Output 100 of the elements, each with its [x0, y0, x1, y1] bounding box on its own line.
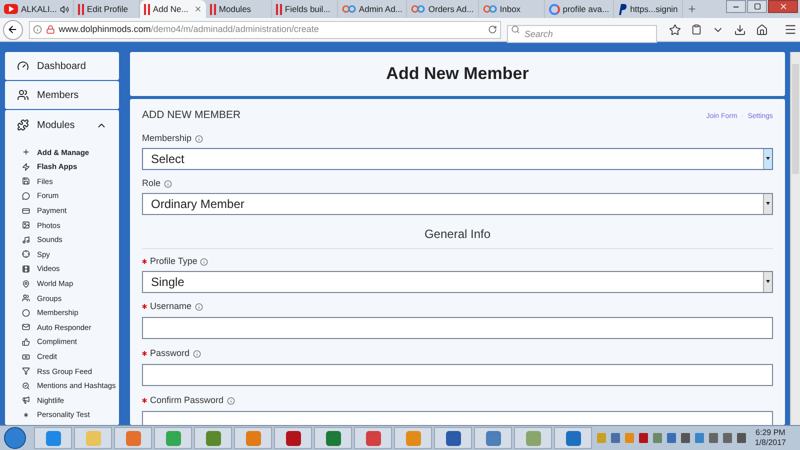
tab-title: Orders Ad... [428, 2, 474, 16]
caret-icon [766, 157, 770, 160]
select-field[interactable]: Ordinary Member [142, 192, 773, 215]
taskbar-app-icon[interactable] [234, 427, 272, 449]
megaphone-icon [22, 396, 30, 404]
select-value: Single [150, 274, 186, 291]
people-icon [17, 89, 29, 101]
star-icon[interactable] [668, 24, 681, 36]
form-heading: ADD NEW MEMBER [142, 108, 241, 123]
taskbar-app-icon[interactable] [114, 427, 152, 449]
dropdown-button[interactable] [763, 194, 772, 214]
close-button[interactable] [768, 0, 798, 13]
gauge-icon [17, 60, 29, 72]
sidebar-item[interactable]: Dashboard [5, 52, 119, 80]
taskbar-app-icon[interactable] [554, 427, 592, 449]
taskbar-app-icon[interactable] [34, 427, 72, 449]
p-letter-icon [618, 4, 628, 14]
asterisk-icon [22, 410, 30, 419]
filter-icon [22, 367, 30, 376]
info-icon [194, 302, 203, 311]
tab-title: Inbox [500, 2, 522, 16]
map-pin-icon [22, 280, 30, 288]
search-field[interactable]: Search [507, 24, 657, 42]
crosshair-icon [22, 250, 30, 258]
tab-title: Fields buil... [284, 2, 332, 16]
field-label: Password [150, 347, 190, 360]
select-field[interactable]: Single [142, 270, 773, 293]
field-label: Username [150, 300, 192, 313]
tab-title: Edit Profile [86, 2, 130, 16]
info-icon [200, 258, 208, 266]
film-icon [22, 265, 30, 274]
section-heading: General Info [424, 226, 491, 241]
double-bar-icon [144, 4, 150, 14]
info-icon [194, 134, 203, 143]
taskbar-app-icon[interactable] [274, 427, 312, 449]
clock-time: 6:29 PM [756, 428, 786, 438]
maximize-button[interactable] [747, 0, 767, 13]
scrollbar[interactable] [790, 52, 800, 425]
select-field[interactable]: Select [142, 148, 773, 170]
select-value: Ordinary Member [150, 196, 246, 213]
search-icon [511, 25, 520, 34]
music-note-icon [22, 236, 30, 244]
maximize-icon [754, 3, 760, 10]
close-icon[interactable] [194, 5, 202, 13]
start-orb-icon[interactable] [4, 427, 26, 449]
circle-icon [22, 308, 30, 317]
reload-icon[interactable] [488, 25, 498, 34]
dropdown-button[interactable] [763, 272, 772, 292]
field-label: Profile Type [150, 255, 198, 268]
info-icon [32, 25, 42, 34]
new-tab-icon[interactable] [686, 4, 697, 14]
download-icon[interactable] [734, 24, 746, 36]
lightning-icon [22, 162, 30, 171]
sidebar-item[interactable]: Members [5, 81, 119, 109]
plus-icon [22, 148, 30, 156]
field-label: Confirm Password [150, 394, 224, 407]
thumbs-up-icon [22, 338, 30, 346]
banknote-icon [22, 352, 30, 361]
taskbar-app-icon[interactable] [434, 427, 472, 449]
clock-date: 1/8/2017 [754, 438, 786, 448]
tab-title: Modules [218, 2, 252, 16]
page-title: Add New Member [386, 63, 529, 86]
magnifier-icon [22, 382, 30, 390]
url-text: www.dolphinmods.com/demo4/m/adminadd/administration/create [58, 22, 320, 36]
address-bar[interactable]: www.dolphinmods.com/demo4/m/adminadd/administration/create [28, 20, 502, 38]
input-field[interactable] [142, 364, 773, 386]
back-arrow-icon [7, 24, 18, 35]
tab-title: Add Ne... [152, 2, 190, 16]
tab-title: profile ava... [562, 2, 610, 16]
double-bar-icon [210, 4, 216, 14]
browser-tab[interactable]: Add Ne... [140, 0, 206, 18]
video-play-icon [4, 4, 18, 14]
chat-bubble-icon [22, 192, 30, 200]
credit-card-icon [22, 206, 30, 215]
info-icon [164, 180, 172, 188]
dropdown-button[interactable] [763, 148, 772, 169]
linked-rings-icon [482, 5, 497, 13]
select-value: Select [150, 150, 186, 168]
back-button[interactable] [3, 20, 23, 40]
taskbar-app-icon[interactable] [354, 427, 392, 449]
caret-icon [766, 202, 770, 206]
tab-title: ALKALI... [21, 2, 57, 16]
people-icon [22, 294, 30, 302]
double-bar-icon [78, 4, 84, 14]
caret-icon [766, 280, 770, 284]
linked-rings-icon [411, 5, 426, 13]
menu-icon[interactable] [784, 23, 797, 36]
home-icon[interactable] [756, 24, 768, 36]
taskbar-app-icon[interactable] [314, 427, 352, 449]
taskbar-app-icon[interactable] [194, 427, 232, 449]
taskbar-app-icon[interactable] [474, 427, 512, 449]
info-icon [226, 396, 235, 405]
input-field[interactable] [142, 316, 773, 339]
linked-rings-icon [342, 5, 356, 13]
clipboard-icon[interactable] [690, 24, 702, 35]
info-icon [192, 350, 201, 358]
modules-header[interactable]: Modules [5, 110, 119, 140]
taskbar-app-icon[interactable] [154, 427, 192, 449]
modules-label: Modules [37, 118, 76, 132]
padlock-icon [46, 25, 55, 34]
